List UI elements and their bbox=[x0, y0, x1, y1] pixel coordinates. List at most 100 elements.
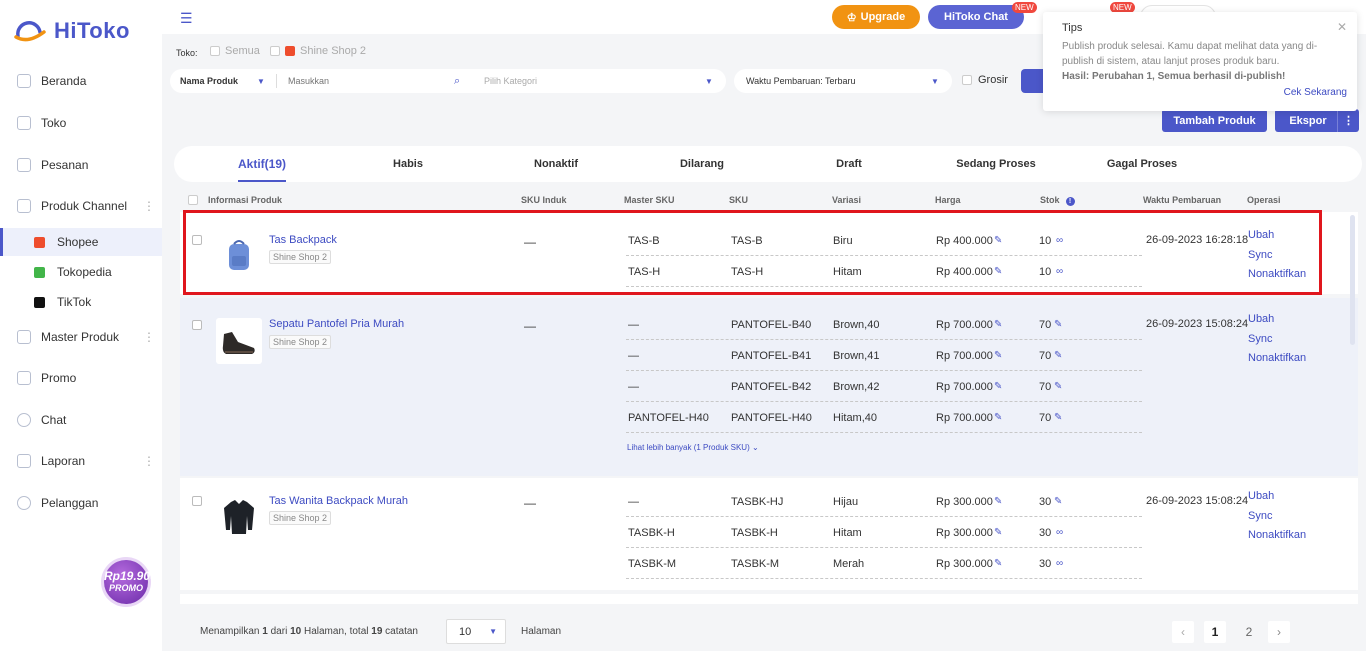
sidebar-item-master-produk[interactable]: Master Produk ⋮ bbox=[0, 322, 162, 352]
link-icon[interactable]: ∞ bbox=[1056, 527, 1063, 538]
info-icon[interactable]: ! bbox=[1065, 197, 1075, 206]
edit-price-icon[interactable]: ✎ bbox=[994, 527, 1002, 538]
edit-price-icon[interactable]: ✎ bbox=[994, 319, 1002, 330]
close-icon[interactable]: ✕ bbox=[1337, 20, 1347, 34]
nonaktifkan-link[interactable]: Nonaktifkan bbox=[1248, 526, 1306, 546]
tab-aktif[interactable]: Aktif (19) bbox=[238, 146, 286, 182]
ubah-link[interactable]: Ubah bbox=[1248, 310, 1306, 330]
divider bbox=[276, 74, 277, 88]
sidebar-item-pelanggan[interactable]: Pelanggan bbox=[0, 488, 162, 518]
more-vertical-icon[interactable]: ⋮ bbox=[143, 200, 155, 212]
search-input[interactable] bbox=[288, 72, 438, 90]
link-icon[interactable]: ∞ bbox=[1056, 558, 1063, 569]
category-select[interactable]: Pilih Kategori ▼ bbox=[472, 69, 726, 93]
ekspor-button[interactable]: Ekspor ⋮ bbox=[1275, 109, 1359, 132]
tiktok-icon bbox=[34, 296, 45, 308]
next-page-button[interactable]: › bbox=[1268, 621, 1290, 643]
product-image[interactable] bbox=[216, 494, 262, 540]
chevron-down-icon[interactable]: ▼ bbox=[257, 77, 265, 86]
upgrade-button[interactable]: ♔ Upgrade bbox=[832, 5, 920, 29]
hitoko-chat-button[interactable]: HiToko Chat bbox=[928, 5, 1024, 29]
toko-option-shop[interactable]: Shine Shop 2 bbox=[270, 45, 366, 57]
sort-select[interactable]: Waktu Pembaruan: Terbaru ▼ bbox=[734, 69, 952, 93]
tab-gagal-proses[interactable]: Gagal Proses bbox=[1098, 146, 1186, 182]
variasi: Brown,42 bbox=[833, 381, 880, 393]
search-button[interactable] bbox=[1021, 69, 1045, 93]
sidebar-item-tiktok[interactable]: TikTok bbox=[0, 288, 162, 316]
edit-stock-icon[interactable]: ✎ bbox=[1054, 496, 1062, 507]
toko-option-semua[interactable]: Semua bbox=[210, 45, 260, 57]
page-1-button[interactable]: 1 bbox=[1204, 621, 1226, 643]
search-icon[interactable]: ⌕ bbox=[454, 75, 460, 88]
edit-stock-icon[interactable]: ✎ bbox=[1054, 319, 1062, 330]
prev-page-button[interactable]: ‹ bbox=[1172, 621, 1194, 643]
tab-sedang-proses[interactable]: Sedang Proses bbox=[948, 146, 1044, 182]
edit-price-icon[interactable]: ✎ bbox=[994, 350, 1002, 361]
tab-nonaktif[interactable]: Nonaktif bbox=[524, 146, 588, 182]
sidebar-item-pesanan[interactable]: Pesanan bbox=[0, 150, 162, 180]
tambah-produk-button[interactable]: Tambah Produk bbox=[1162, 109, 1267, 132]
grid-icon bbox=[17, 199, 31, 213]
sidebar: HiToko Beranda Toko Pesanan Produk Chann… bbox=[0, 0, 162, 651]
promo-icon bbox=[17, 371, 31, 385]
header-sku-induk: SKU Induk bbox=[521, 195, 567, 205]
sidebar-item-tokopedia[interactable]: Tokopedia bbox=[0, 258, 162, 286]
more-vertical-icon[interactable]: ⋮ bbox=[143, 331, 155, 343]
cek-sekarang-link[interactable]: Cek Sekarang bbox=[1284, 87, 1347, 98]
tab-label: Dilarang bbox=[679, 158, 724, 170]
more-vertical-icon[interactable]: ⋮ bbox=[1337, 109, 1359, 132]
edit-price-icon[interactable]: ✎ bbox=[994, 412, 1002, 423]
select-all-checkbox[interactable] bbox=[188, 195, 198, 205]
edit-price-icon[interactable]: ✎ bbox=[994, 381, 1002, 392]
sidebar-item-promo[interactable]: Promo bbox=[0, 363, 162, 393]
page-2-button[interactable]: 2 bbox=[1238, 621, 1260, 643]
sync-link[interactable]: Sync bbox=[1248, 507, 1306, 527]
stok: 70 bbox=[1039, 381, 1052, 393]
edit-stock-icon[interactable]: ✎ bbox=[1054, 381, 1062, 392]
stok: 70 bbox=[1039, 319, 1052, 331]
sidebar-item-laporan[interactable]: Laporan ⋮ bbox=[0, 446, 162, 476]
tab-dilarang[interactable]: Dilarang bbox=[670, 146, 734, 182]
sidebar-item-produk-channel[interactable]: Produk Channel ⋮ bbox=[0, 191, 162, 221]
edit-stock-icon[interactable]: ✎ bbox=[1054, 412, 1062, 423]
sync-link[interactable]: Sync bbox=[1248, 330, 1306, 350]
row-checkbox[interactable] bbox=[192, 496, 202, 506]
toko-option-label: Semua bbox=[225, 45, 260, 57]
tab-draft[interactable]: Draft bbox=[822, 146, 876, 182]
nonaktifkan-link[interactable]: Nonaktifkan bbox=[1248, 349, 1306, 369]
page-size-select[interactable]: 10 ▼ bbox=[446, 619, 506, 644]
row-checkbox[interactable] bbox=[192, 320, 202, 330]
tips-popup: Tips ✕ Publish produk selesai. Kamu dapa… bbox=[1043, 12, 1357, 111]
logo[interactable]: HiToko bbox=[14, 18, 130, 44]
harga: Rp 700.000 bbox=[936, 381, 993, 393]
checkbox[interactable] bbox=[270, 46, 280, 56]
grosir-filter[interactable]: Grosir bbox=[962, 74, 1008, 86]
stok: 70 bbox=[1039, 412, 1052, 424]
sidebar-item-shopee[interactable]: Shopee bbox=[0, 228, 162, 256]
edit-price-icon[interactable]: ✎ bbox=[994, 496, 1002, 507]
edit-stock-icon[interactable]: ✎ bbox=[1054, 350, 1062, 361]
sidebar-item-chat[interactable]: Chat bbox=[0, 405, 162, 435]
edit-price-icon[interactable]: ✎ bbox=[994, 558, 1002, 569]
see-more-link[interactable]: Lihat lebih banyak (1 Produk SKU) ⌄ bbox=[627, 443, 759, 452]
sidebar-item-label: Tokopedia bbox=[57, 265, 112, 279]
product-image[interactable] bbox=[216, 318, 262, 364]
checkbox[interactable] bbox=[210, 46, 220, 56]
product-name[interactable]: Sepatu Pantofel Pria Murah bbox=[269, 318, 404, 330]
variant-row: PANTOFEL-H40 PANTOFEL-H40 Hitam,40 Rp 70… bbox=[626, 402, 1142, 433]
product-name[interactable]: Tas Wanita Backpack Murah bbox=[269, 495, 408, 507]
tab-habis[interactable]: Habis bbox=[378, 146, 438, 182]
upgrade-label: Upgrade bbox=[860, 11, 906, 23]
more-vertical-icon[interactable]: ⋮ bbox=[143, 455, 155, 467]
search-type-select[interactable]: Nama Produk bbox=[180, 76, 238, 86]
sidebar-item-beranda[interactable]: Beranda bbox=[0, 66, 162, 96]
promo-badge[interactable]: Rp19.900 PROMO bbox=[104, 560, 157, 604]
variasi: Brown,41 bbox=[833, 350, 880, 362]
stok: 30 bbox=[1039, 496, 1052, 508]
sidebar-item-toko[interactable]: Toko bbox=[0, 108, 162, 138]
ubah-link[interactable]: Ubah bbox=[1248, 487, 1306, 507]
promo-label: PROMO bbox=[108, 583, 143, 593]
collapse-menu-icon[interactable]: ☰ bbox=[180, 10, 193, 27]
grosir-checkbox[interactable] bbox=[962, 75, 972, 85]
scrollbar[interactable] bbox=[1350, 215, 1355, 345]
